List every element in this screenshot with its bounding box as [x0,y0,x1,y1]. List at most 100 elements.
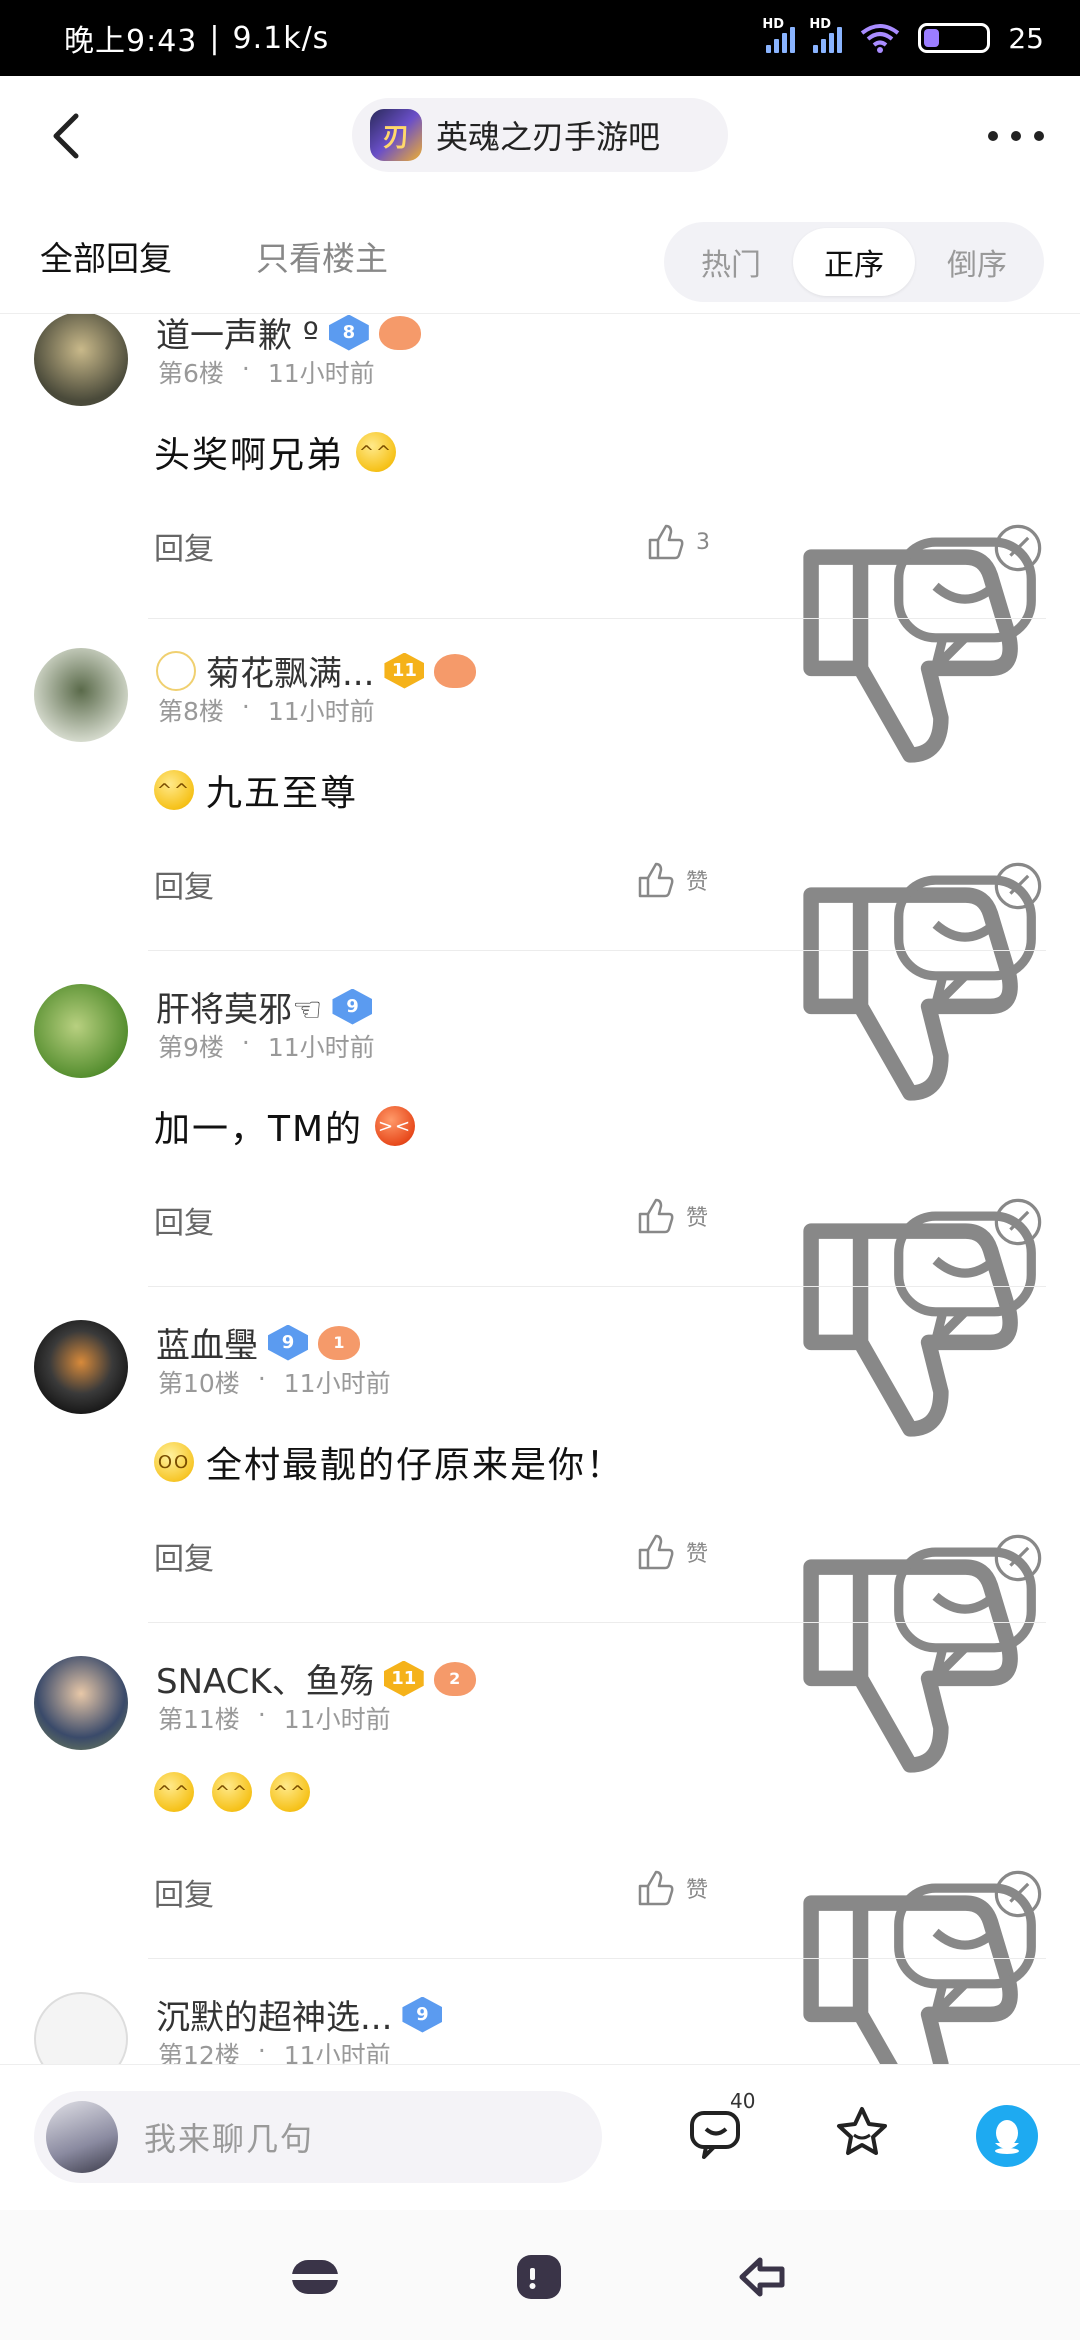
header: 刃 英魂之刃手游吧 [0,76,1080,196]
username[interactable]: 蓝血璺 [156,1318,258,1367]
reply-content: 加一，TM的 >< [154,1100,416,1152]
reply-button[interactable]: 回复 [154,1198,214,1242]
reply-meta: 第9楼 · 11小时前 [158,1028,375,1064]
reply-actions: 回复 赞 [154,1530,1046,1773]
more-options-icon[interactable] [988,116,1044,156]
share-qq-button[interactable] [976,2105,1038,2167]
forum-name: 英魂之刃手游吧 [436,118,661,156]
hug-emoji-icon: ^^ [270,1772,310,1812]
avatar[interactable] [34,314,128,406]
sort-ascending[interactable]: 正序 [793,228,915,296]
floor-number: 第9楼 [158,1033,224,1062]
reply-button[interactable]: 回复 [154,524,214,568]
status-separator: | [209,20,221,56]
avatar[interactable] [34,648,128,742]
edit-reply-icon[interactable] [990,1194,1046,1250]
status-bar: 晚上9:43 | 9.1k/s HD HD 25 [0,0,1080,76]
tab-all-replies[interactable]: 全部回复 [40,232,172,280]
reply-content: 头奖啊兄弟 ^^ [154,426,397,478]
edit-reply-icon[interactable] [990,1530,1046,1586]
edit-reply-icon[interactable] [990,1866,1046,1922]
avatar[interactable] [34,1992,128,2064]
username[interactable]: 道一声歉 º [156,314,319,357]
hd-1-label: HD [762,17,785,32]
back-arrow-icon[interactable] [40,106,100,166]
medal-badge: 2 [433,1661,476,1696]
tab-owner-only[interactable]: 只看楼主 [256,232,388,280]
angry-emoji-icon: >< [375,1106,416,1146]
reply-meta: 第10楼 · 11小时前 [158,1364,391,1400]
reply-text: 全村最靓的仔原来是你！ [206,1445,625,1486]
user-row: 蓝血璺 9 1 [156,1318,360,1367]
divider [148,1286,1046,1287]
like-button[interactable]: 赞 [634,1530,708,1574]
reply-item: 蓝血璺 9 1 第10楼 · 11小时前 OO 全村最靓的仔原来是你！ 回复 赞 [0,1304,1080,1773]
like-label: 赞 [686,1542,709,1567]
reply-item: SNACK、鱼殇 11 2 第11楼 · 11小时前 ^^ ^^ ^^ 回复 赞 [0,1640,1080,2064]
reply-text: 九五至尊 [206,773,359,814]
floor-number: 第6楼 [158,359,224,388]
sort-toggle: 热门 正序 倒序 [664,222,1044,302]
forum-title-pill[interactable]: 刃 英魂之刃手游吧 [352,98,728,172]
edit-reply-icon[interactable] [990,858,1046,914]
reply-meta: 第11楼 · 11小时前 [158,1700,391,1736]
reply-button[interactable]: 回复 [154,1870,214,1914]
like-label: 赞 [686,1206,709,1231]
username[interactable]: SNACK、鱼殇 [156,1654,374,1703]
reply-time: 11小时前 [283,2041,391,2064]
like-button[interactable]: 赞 [634,1194,708,1238]
divider [148,1622,1046,1623]
my-avatar [46,2101,118,2173]
reply-list: 道一声歉 º 8 第6楼 · 11小时前 头奖啊兄弟 ^^ 回复 3 菊花飘满.… [0,314,1080,2064]
favorite-star-icon[interactable] [832,2103,892,2163]
reply-text: 头奖啊兄弟 [154,435,345,476]
comment-input-bar: 我来聊几句 40 [0,2064,1080,2210]
avatar[interactable] [34,1656,128,1750]
meta-dot: · [241,1028,250,1057]
shocked-emoji-icon: OO [154,1442,194,1482]
avatar[interactable] [34,1320,128,1414]
reply-content: OO 全村最靓的仔原来是你！ [154,1436,624,1488]
reply-button[interactable]: 回复 [154,862,214,906]
medal-badge-icon [434,653,477,688]
floor-number: 第10楼 [158,1369,240,1398]
level-badge: 9 [402,1996,443,2033]
home-nav-icon[interactable] [514,2252,564,2302]
user-row: 肝将莫邪☜ 9 [156,982,373,1031]
hd-2-label: HD [809,17,832,32]
divider [148,618,1046,619]
floor-number: 第12楼 [158,2041,240,2064]
username[interactable]: 肝将莫邪☜ [156,982,322,1031]
thumbs-up-icon [638,862,674,898]
floor-number: 第8楼 [158,697,224,726]
back-nav-icon[interactable] [738,2252,788,2302]
reply-content: ^^ ^^ ^^ [154,1772,310,1812]
meta-dot: · [241,354,250,383]
avatar[interactable] [34,984,128,1078]
username[interactable]: 沉默的超神选... [156,1990,392,2039]
comments-icon[interactable] [688,2105,744,2161]
reply-actions: 回复 赞 [154,858,1046,1101]
user-row: 道一声歉 º 8 [156,314,421,357]
floor-number: 第11楼 [158,1705,240,1734]
like-label: 赞 [686,870,709,895]
reply-button[interactable]: 回复 [154,1534,214,1578]
level-badge: 11 [383,1660,424,1697]
sort-hot[interactable]: 热门 [670,228,792,296]
sort-descending[interactable]: 倒序 [916,228,1038,296]
battery-level: 25 [1008,21,1044,55]
comment-input[interactable]: 我来聊几句 [34,2091,602,2183]
menu-nav-icon[interactable] [290,2252,340,2302]
like-button[interactable]: 3 [644,520,710,564]
edit-reply-icon[interactable] [990,520,1046,576]
reply-content: ^^ 九五至尊 [154,764,358,816]
status-right: HD HD 25 [762,17,1044,55]
like-button[interactable]: 赞 [634,1866,708,1910]
username[interactable]: 菊花飘满... [206,646,374,695]
forum-logo: 刃 [370,109,422,161]
like-button[interactable]: 赞 [634,858,708,902]
reply-time: 11小时前 [283,1369,391,1398]
meta-dot: · [257,2036,266,2064]
meta-dot: · [257,1700,266,1729]
meta-dot: · [241,692,250,721]
